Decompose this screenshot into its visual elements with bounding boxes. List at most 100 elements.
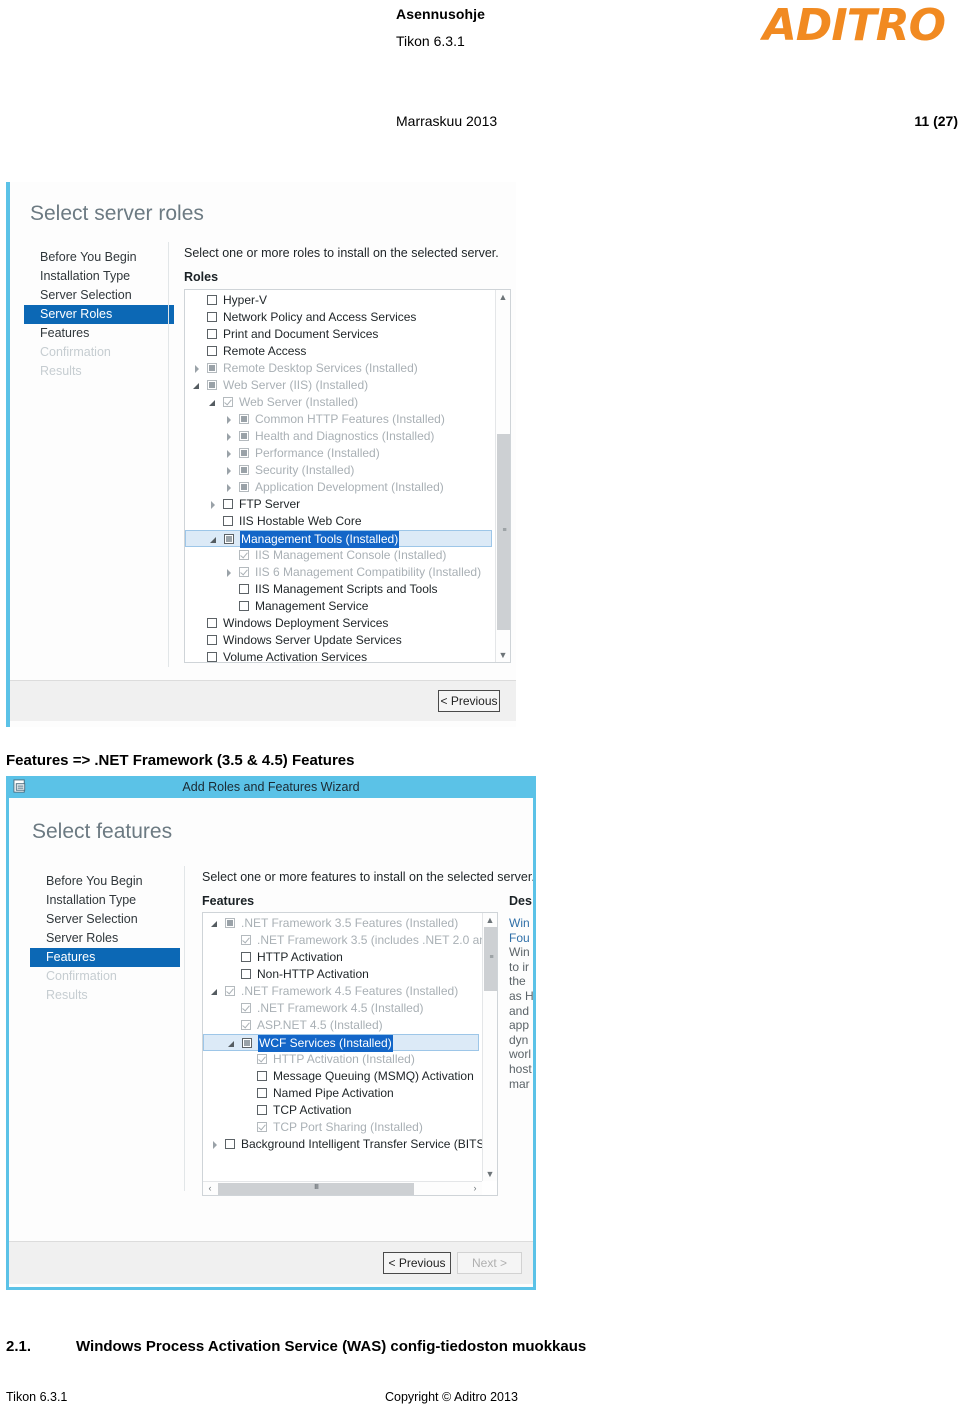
checkbox-partial-icon[interactable] — [239, 482, 249, 492]
features-tree-container[interactable]: .NET Framework 3.5 Features (Installed).… — [202, 912, 498, 1196]
chevron-down-icon[interactable] — [228, 1040, 236, 1048]
features-tree-vscrollbar[interactable]: ▲ ≡ ▼ — [482, 913, 497, 1181]
previous-button[interactable]: < Previous — [383, 1252, 451, 1274]
checkbox-partial-icon[interactable] — [225, 918, 235, 928]
tree-row[interactable]: Security (Installed) — [185, 462, 492, 479]
tree-row[interactable]: Background Intelligent Transfer Service … — [203, 1136, 488, 1153]
tree-row[interactable]: Health and Diagnostics (Installed) — [185, 428, 492, 445]
checkbox-unchecked-icon[interactable] — [257, 1105, 267, 1115]
roles-scroll-thumb[interactable]: ≡ — [497, 434, 510, 630]
chevron-right-icon[interactable] — [225, 433, 233, 441]
nav-item-server-roles[interactable]: Server Roles — [30, 929, 180, 948]
tree-row[interactable]: Web Server (IIS) (Installed) — [185, 377, 492, 394]
nav-item-installation-type[interactable]: Installation Type — [24, 267, 174, 286]
next-button[interactable]: Next > — [457, 1252, 522, 1274]
scroll-right-icon[interactable]: › — [468, 1182, 482, 1195]
tree-row[interactable]: IIS Hostable Web Core — [185, 513, 492, 530]
checkbox-checked-icon[interactable] — [223, 397, 233, 407]
scroll-left-icon[interactable]: ‹ — [203, 1182, 217, 1195]
tree-row[interactable]: Volume Activation Services — [185, 649, 492, 662]
chevron-right-icon[interactable] — [225, 450, 233, 458]
checkbox-unchecked-icon[interactable] — [207, 329, 217, 339]
checkbox-unchecked-icon[interactable] — [257, 1071, 267, 1081]
nav-item-installation-type[interactable]: Installation Type — [30, 891, 180, 910]
tree-row[interactable]: Non-HTTP Activation — [203, 966, 479, 983]
tree-row[interactable]: .NET Framework 3.5 Features (Installed) — [203, 915, 479, 932]
checkbox-partial-icon[interactable] — [224, 534, 234, 544]
nav-item-before-you-begin[interactable]: Before You Begin — [30, 872, 180, 891]
tree-row[interactable]: Message Queuing (MSMQ) Activation — [203, 1068, 479, 1085]
checkbox-unchecked-icon[interactable] — [207, 312, 217, 322]
previous-button[interactable]: < Previous — [438, 690, 500, 712]
checkbox-unchecked-icon[interactable] — [239, 601, 249, 611]
checkbox-checked-icon[interactable] — [257, 1054, 267, 1064]
checkbox-partial-icon[interactable] — [242, 1038, 252, 1048]
tree-row[interactable]: Windows Deployment Services — [185, 615, 492, 632]
checkbox-partial-icon[interactable] — [239, 414, 249, 424]
chevron-right-icon[interactable] — [225, 416, 233, 424]
nav-item-features[interactable]: Features — [24, 324, 174, 343]
tree-row[interactable]: Performance (Installed) — [185, 445, 492, 462]
nav-item-server-selection[interactable]: Server Selection — [30, 910, 180, 929]
chevron-right-icon[interactable] — [225, 467, 233, 475]
scroll-down-icon[interactable]: ▼ — [483, 1167, 497, 1181]
checkbox-checked-icon[interactable] — [239, 567, 249, 577]
features-scroll-thumb[interactable]: ≡ — [484, 927, 497, 991]
chevron-right-icon[interactable] — [225, 484, 233, 492]
checkbox-partial-icon[interactable] — [239, 431, 249, 441]
features-tree-hscrollbar[interactable]: ‹ IIII › — [203, 1181, 482, 1195]
tree-row[interactable]: IIS Management Scripts and Tools — [185, 581, 492, 598]
checkbox-unchecked-icon[interactable] — [207, 346, 217, 356]
tree-row[interactable]: Common HTTP Features (Installed) — [185, 411, 492, 428]
tree-row[interactable]: Management Service — [185, 598, 492, 615]
tree-row[interactable]: Named Pipe Activation — [203, 1085, 479, 1102]
tree-row[interactable]: Management Tools (Installed) — [185, 530, 492, 548]
roles-tree-vscrollbar[interactable]: ▲ ≡ ▼ — [495, 290, 510, 662]
tree-row[interactable]: IIS Management Console (Installed) — [185, 547, 492, 564]
checkbox-unchecked-icon[interactable] — [241, 952, 251, 962]
checkbox-unchecked-icon[interactable] — [207, 295, 217, 305]
tree-row[interactable]: Hyper-V — [185, 292, 492, 309]
checkbox-checked-icon[interactable] — [239, 550, 249, 560]
checkbox-unchecked-icon[interactable] — [207, 635, 217, 645]
roles-tree-container[interactable]: Hyper-V Network Policy and Access Service… — [184, 289, 511, 663]
tree-row[interactable]: ASP.NET 4.5 (Installed) — [203, 1017, 479, 1034]
tree-row[interactable]: Web Server (Installed) — [185, 394, 492, 411]
checkbox-unchecked-icon[interactable] — [257, 1088, 267, 1098]
features-hscroll-thumb[interactable]: IIII — [218, 1183, 414, 1195]
tree-row[interactable]: .NET Framework 3.5 (includes .NET 2.0 an… — [203, 932, 497, 949]
scroll-up-icon[interactable]: ▲ — [496, 290, 510, 304]
tree-row[interactable]: TCP Activation — [203, 1102, 479, 1119]
checkbox-partial-icon[interactable] — [239, 465, 249, 475]
checkbox-partial-icon[interactable] — [207, 363, 217, 373]
features-tree[interactable]: .NET Framework 3.5 Features (Installed).… — [203, 915, 497, 1153]
checkbox-checked-icon[interactable] — [241, 1003, 251, 1013]
checkbox-checked-icon[interactable] — [225, 986, 235, 996]
nav-item-server-selection[interactable]: Server Selection — [24, 286, 174, 305]
tree-row[interactable]: .NET Framework 4.5 (Installed) — [203, 1000, 479, 1017]
nav-item-before-you-begin[interactable]: Before You Begin — [24, 248, 174, 267]
tree-row[interactable]: IIS 6 Management Compatibility (Installe… — [185, 564, 492, 581]
checkbox-checked-icon[interactable] — [241, 1020, 251, 1030]
tree-row[interactable]: FTP Server — [185, 496, 492, 513]
tree-row[interactable]: TCP Port Sharing (Installed) — [203, 1119, 479, 1136]
tree-row[interactable]: HTTP Activation — [203, 949, 479, 966]
checkbox-unchecked-icon[interactable] — [223, 499, 233, 509]
chevron-down-icon[interactable] — [211, 988, 219, 996]
chevron-down-icon[interactable] — [211, 920, 219, 928]
checkbox-partial-icon[interactable] — [207, 380, 217, 390]
chevron-right-icon[interactable] — [211, 1141, 219, 1149]
tree-row[interactable]: Network Policy and Access Services — [185, 309, 492, 326]
checkbox-unchecked-icon[interactable] — [223, 516, 233, 526]
checkbox-checked-icon[interactable] — [257, 1122, 267, 1132]
chevron-right-icon[interactable] — [193, 365, 201, 373]
tree-row[interactable]: HTTP Activation (Installed) — [203, 1051, 479, 1068]
tree-row[interactable]: Windows Server Update Services — [185, 632, 492, 649]
tree-row[interactable]: Remote Desktop Services (Installed) — [185, 360, 492, 377]
checkbox-checked-icon[interactable] — [241, 935, 251, 945]
checkbox-unchecked-icon[interactable] — [241, 969, 251, 979]
chevron-right-icon[interactable] — [209, 501, 217, 509]
tree-row[interactable]: Application Development (Installed) — [185, 479, 492, 496]
checkbox-unchecked-icon[interactable] — [239, 584, 249, 594]
checkbox-unchecked-icon[interactable] — [225, 1139, 235, 1149]
